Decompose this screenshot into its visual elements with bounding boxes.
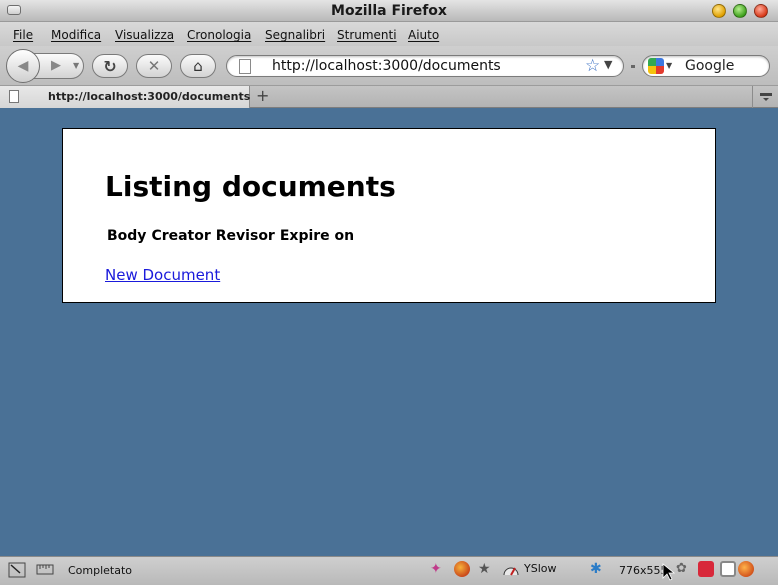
- stop-icon: ✕: [147, 57, 161, 75]
- page-icon: [239, 59, 251, 74]
- menu-file[interactable]: File: [13, 28, 33, 42]
- home-icon: ⌂: [193, 57, 203, 75]
- home-button[interactable]: ⌂: [180, 54, 216, 78]
- close-button[interactable]: [754, 4, 768, 18]
- bookmark-star-icon[interactable]: ☆: [585, 56, 600, 76]
- window-titlebar: Mozilla Firefox: [0, 0, 778, 22]
- addon-square-icon[interactable]: [720, 561, 736, 577]
- satellite-icon[interactable]: ★: [478, 561, 496, 579]
- navigation-toolbar: ▶ ▼ ◀ ↻ ✕ ⌂ http://localhost:3000/docume…: [0, 46, 778, 86]
- menu-segnalibri[interactable]: Segnalibri: [265, 28, 325, 42]
- forward-icon[interactable]: ▶: [51, 58, 61, 73]
- antenna-icon[interactable]: ✿: [676, 561, 694, 579]
- column-header-creator: Creator: [151, 228, 211, 244]
- tab-documents[interactable]: http://localhost:3000/documents: [0, 86, 250, 108]
- search-engine-dropdown-icon[interactable]: ▼: [666, 61, 672, 70]
- reload-button[interactable]: ↻: [92, 54, 128, 78]
- column-header-revisor: Revisor: [215, 228, 275, 244]
- back-button[interactable]: ◀: [6, 49, 40, 83]
- tab-list-button[interactable]: [752, 86, 778, 108]
- search-placeholder[interactable]: Google: [685, 58, 734, 74]
- menu-modifica[interactable]: Modifica: [51, 28, 101, 42]
- firefox-icon[interactable]: [454, 561, 470, 577]
- reload-icon: ↻: [103, 56, 117, 76]
- menu-strumenti[interactable]: Strumenti: [337, 28, 397, 42]
- gear-icon[interactable]: ✱: [590, 561, 608, 579]
- tab-label: http://localhost:3000/documents: [48, 90, 251, 103]
- column-header-body: Body: [107, 228, 147, 244]
- menu-visualizza[interactable]: Visualizza: [115, 28, 174, 42]
- yslow-gauge-icon[interactable]: [502, 561, 520, 579]
- new-document-link[interactable]: New Document: [105, 266, 220, 284]
- new-tab-button[interactable]: +: [256, 86, 269, 105]
- ruler-icon[interactable]: [36, 561, 54, 579]
- url-bar[interactable]: http://localhost:3000/documents ☆ ▼: [226, 55, 624, 77]
- toolbar-separator: [631, 65, 635, 68]
- status-bar: Completato ✦ ★ YSlow ✱ 776x555 ✿: [0, 556, 778, 585]
- table-header-row: Body Creator Revisor Expire on: [107, 228, 354, 244]
- tab-bar: http://localhost:3000/documents +: [0, 86, 778, 108]
- maximize-button[interactable]: [733, 4, 747, 18]
- search-bar[interactable]: ▼ Google: [642, 55, 770, 77]
- list-all-tabs-icon: [759, 93, 772, 101]
- brush-icon[interactable]: ✦: [430, 561, 448, 579]
- back-icon: ◀: [17, 58, 29, 74]
- status-text: Completato: [68, 564, 133, 577]
- addon-orange-icon[interactable]: [738, 561, 754, 577]
- yslow-label[interactable]: YSlow: [524, 562, 556, 575]
- resize-cursor-icon[interactable]: [8, 561, 26, 579]
- menu-aiuto[interactable]: Aiuto: [408, 28, 439, 42]
- history-dropdown-icon[interactable]: ▼: [73, 61, 79, 70]
- page-viewport: Listing documents Body Creator Revisor E…: [0, 108, 778, 556]
- column-header-expire-on: Expire on: [279, 228, 355, 244]
- window-title: Mozilla Firefox: [331, 3, 447, 19]
- addon-red-icon[interactable]: [698, 561, 714, 577]
- content-panel: Listing documents Body Creator Revisor E…: [62, 128, 716, 303]
- url-text[interactable]: http://localhost:3000/documents: [272, 58, 501, 74]
- stop-button[interactable]: ✕: [136, 54, 172, 78]
- menu-bar: File Modifica Visualizza Cronologia Segn…: [0, 22, 778, 46]
- tab-page-icon: [9, 90, 19, 103]
- page-title: Listing documents: [105, 170, 396, 203]
- url-dropdown-icon[interactable]: ▼: [604, 58, 612, 71]
- google-icon[interactable]: [648, 58, 664, 74]
- minimize-button[interactable]: [712, 4, 726, 18]
- menu-cronologia[interactable]: Cronologia: [187, 28, 251, 42]
